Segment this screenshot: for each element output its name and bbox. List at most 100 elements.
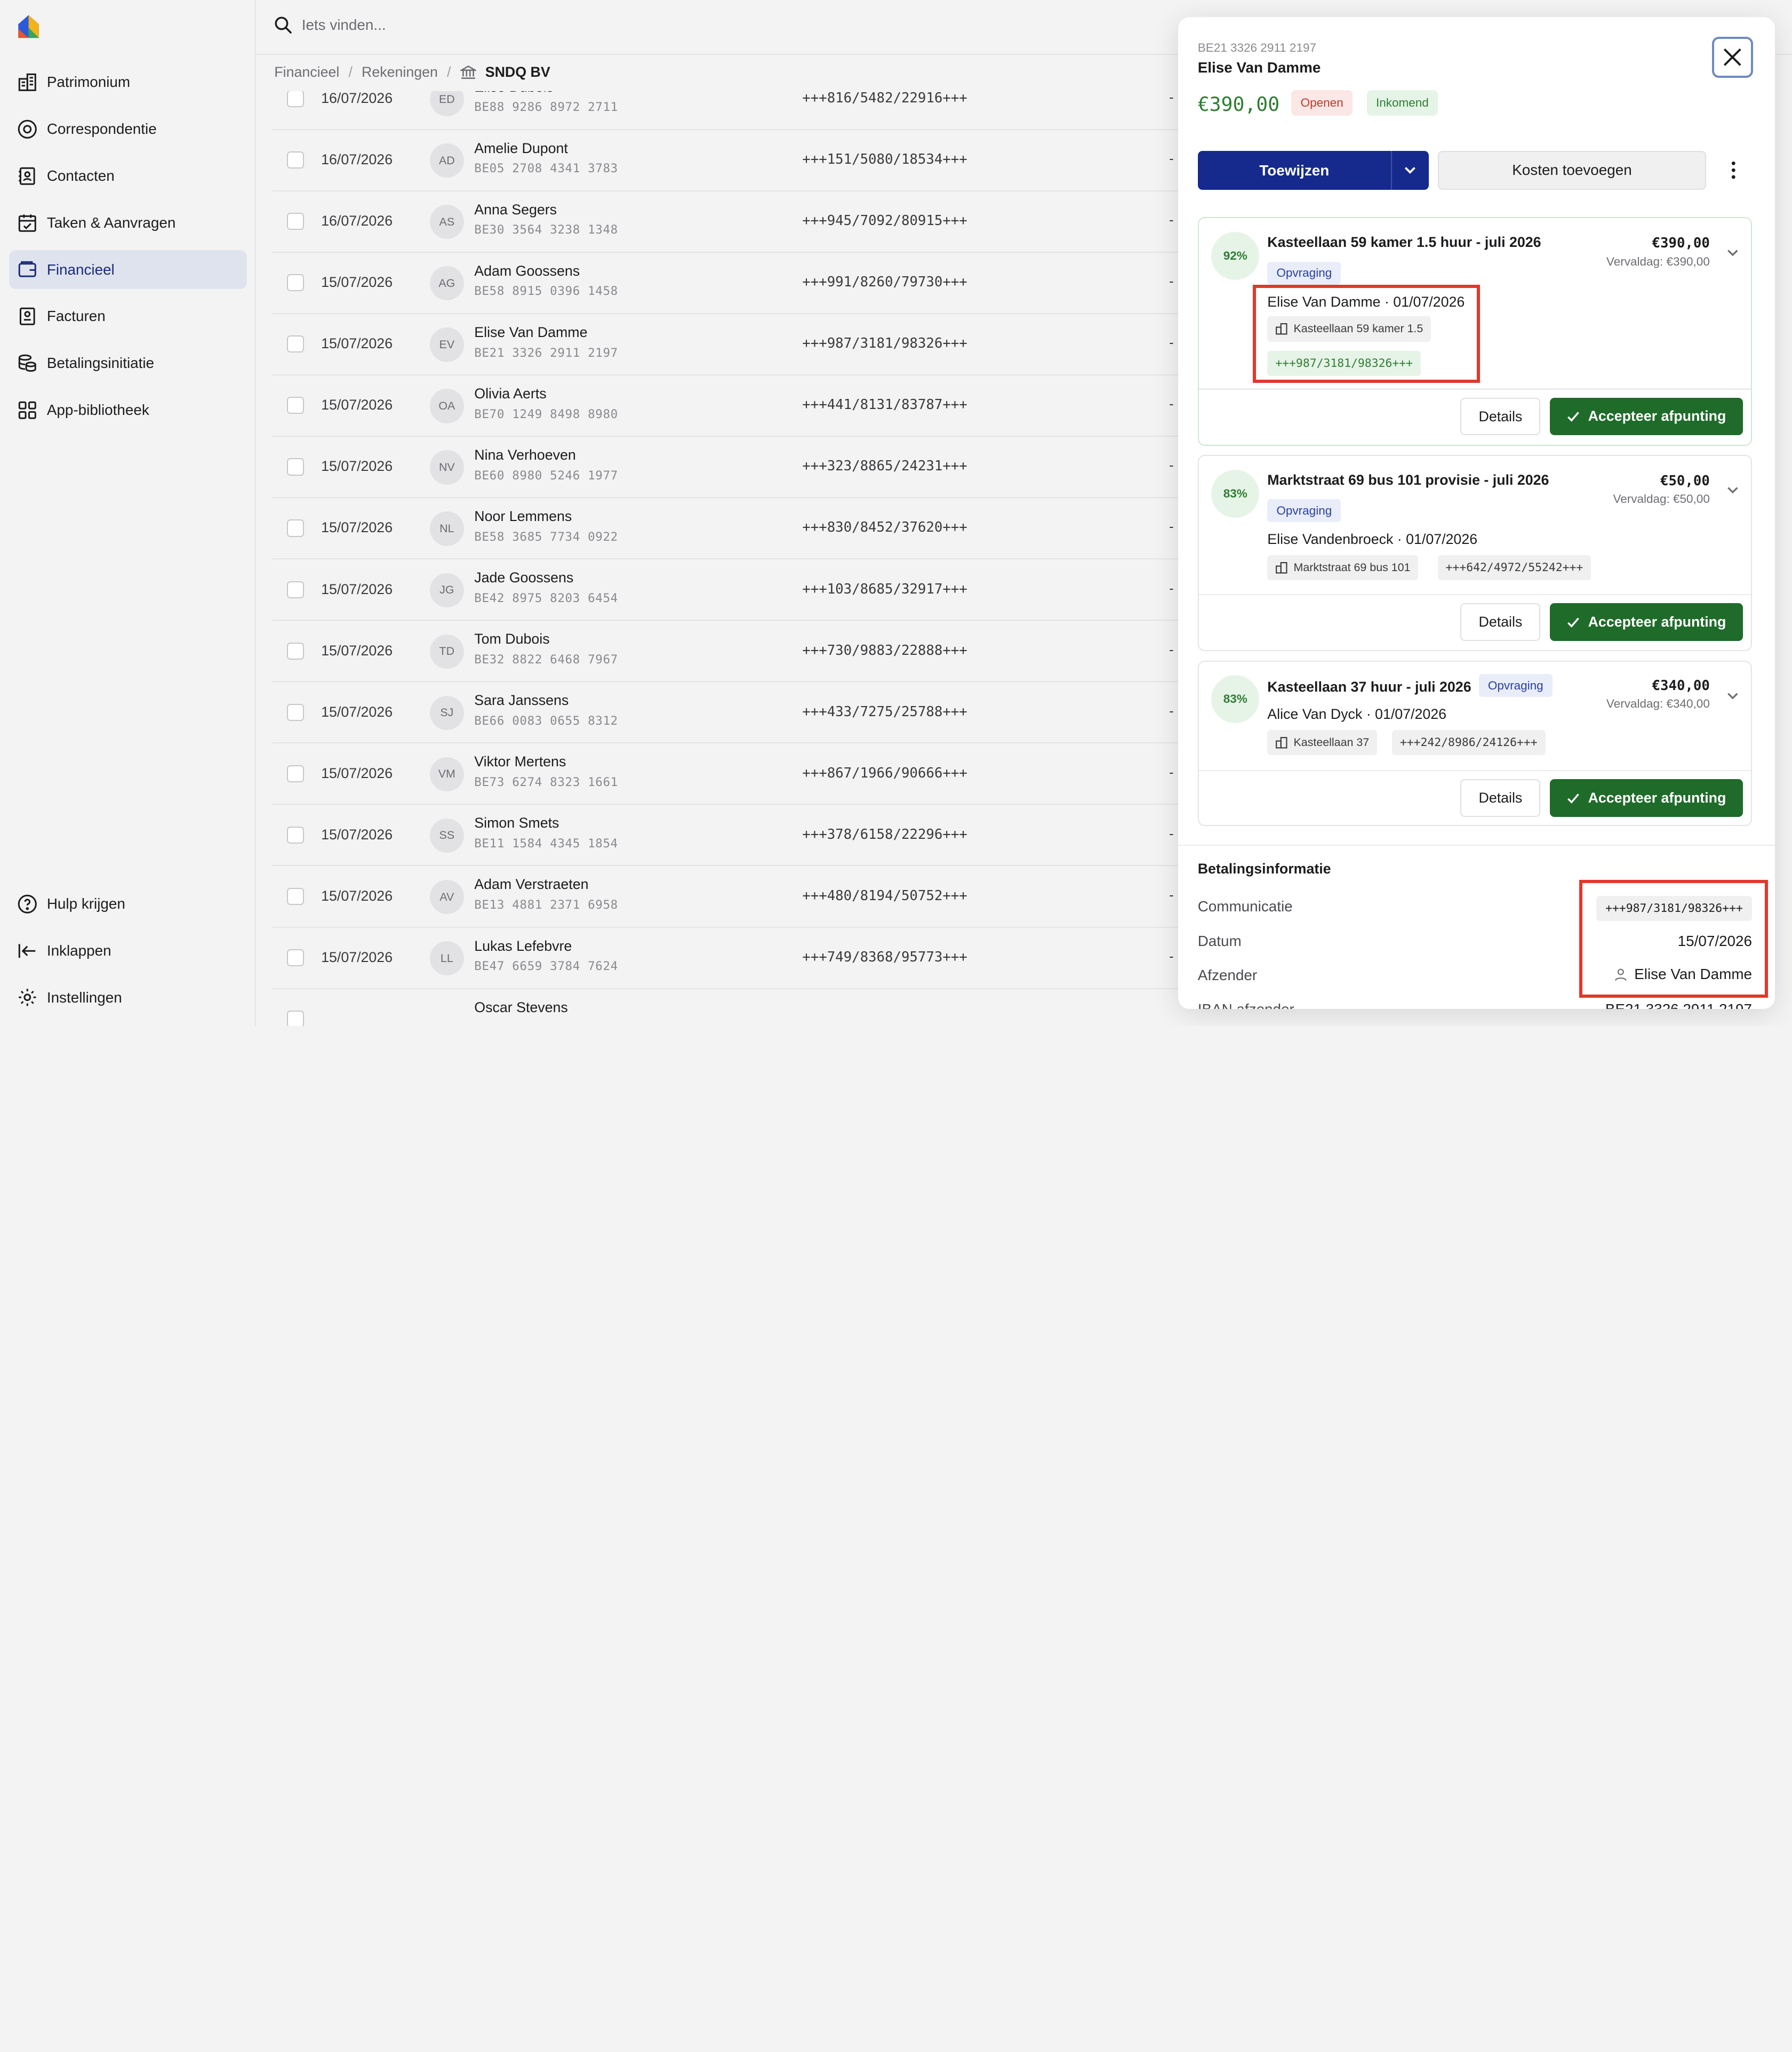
app-logo-icon[interactable] <box>16 13 41 40</box>
details-button[interactable]: Details <box>1460 603 1541 641</box>
sidebar-item-collapse[interactable]: Inklappen <box>9 931 247 970</box>
row-checkbox[interactable] <box>286 519 304 537</box>
search-placeholder: Iets vinden... <box>301 17 386 34</box>
table-row[interactable]: 16/07/2026 ED Elise Dubois BE88 9286 8972 2… <box>271 91 1187 130</box>
sidebar-item-facturen[interactable]: Facturen <box>9 297 247 336</box>
accept-match-button[interactable]: Accepteer afpunting <box>1549 779 1743 817</box>
expand-chevron-icon[interactable] <box>1726 243 1740 264</box>
breadcrumb-separator: / <box>348 64 353 80</box>
table-row[interactable]: 15/07/2026 VM Viktor Mertens BE73 6274 8323… <box>271 743 1187 805</box>
row-checkbox[interactable] <box>286 213 304 230</box>
table-row[interactable]: 16/07/2026 AS Anna Segers BE30 3564 3238 13… <box>271 191 1187 253</box>
breadcrumb-item-financieel[interactable]: Financieel <box>274 64 339 81</box>
table-row[interactable]: 15/07/2026 AV Adam Verstraeten BE13 4881 23… <box>271 866 1187 928</box>
row-name: Jade Goossens <box>474 570 574 586</box>
expand-chevron-icon[interactable] <box>1726 687 1740 708</box>
row-checkbox[interactable] <box>286 274 304 292</box>
row-checkbox[interactable] <box>286 765 304 782</box>
match-due: Vervaldag: €390,00 <box>1606 254 1710 268</box>
sidebar-item-label: Patrimonium <box>46 74 131 91</box>
table-row[interactable]: 15/07/2026 LL Lukas Lefebvre BE47 6659 3784… <box>271 928 1187 989</box>
row-dash: - <box>1169 335 1174 351</box>
row-name: Viktor Mertens <box>474 754 566 770</box>
close-button[interactable] <box>1711 36 1754 78</box>
table-row[interactable]: 15/07/2026 NV Nina Verhoeven BE60 8980 5246… <box>271 437 1187 499</box>
row-name: Anna Segers <box>474 201 557 218</box>
row-checkbox[interactable] <box>286 91 304 108</box>
match-score-badge: 83% <box>1211 675 1260 724</box>
sidebar-item-financieel[interactable]: Financieel <box>9 250 247 290</box>
row-dash: - <box>1169 887 1174 903</box>
row-checkbox[interactable] <box>286 703 304 721</box>
table-row[interactable]: 15/07/2026 NL Noor Lemmens BE58 3685 7734 0… <box>271 498 1187 560</box>
row-dash: - <box>1169 642 1174 658</box>
add-costs-button[interactable]: Kosten toevoegen <box>1437 150 1707 190</box>
row-checkbox[interactable] <box>286 397 304 414</box>
table-row[interactable]: 15/07/2026 OA Olivia Aerts BE70 1249 8498 8… <box>271 375 1187 437</box>
assign-button[interactable]: Toewijzen <box>1197 150 1429 190</box>
sidebar-item-app-bibliotheek[interactable]: App-bibliotheek <box>9 391 247 430</box>
row-communication: +++103/8685/32917+++ <box>802 581 967 597</box>
match-amount: €340,00 <box>1652 677 1710 694</box>
sidebar-item-settings[interactable]: Instellingen <box>9 978 247 1017</box>
row-dash: - <box>1169 519 1174 535</box>
table-row[interactable]: 15/07/2026 EV Elise Van Damme BE21 3326 291… <box>271 314 1187 375</box>
row-iban: BE05 2708 4341 3783 <box>474 162 618 176</box>
row-name: Simon Smets <box>474 815 559 831</box>
details-button[interactable]: Details <box>1460 779 1541 817</box>
row-name: Elise Dubois <box>474 91 554 95</box>
sidebar-item-betalingsinitiatie[interactable]: Betalingsinitiatie <box>9 344 247 383</box>
row-checkbox[interactable] <box>286 581 304 598</box>
table-row[interactable]: 15/07/2026 JG Jade Goossens BE42 8975 8203 … <box>271 559 1187 621</box>
row-checkbox[interactable] <box>286 335 304 353</box>
avatar: AG <box>429 266 464 301</box>
row-checkbox[interactable] <box>286 949 304 967</box>
row-checkbox[interactable] <box>286 826 304 844</box>
row-checkbox[interactable] <box>286 151 304 169</box>
sidebar-item-taken[interactable]: Taken & Aanvragen <box>9 203 247 242</box>
row-date: 16/07/2026 <box>321 151 393 168</box>
table-row[interactable]: 15/07/2026 AG Adam Goossens BE58 8915 0396 … <box>271 253 1187 314</box>
row-checkbox[interactable] <box>286 1011 304 1027</box>
row-communication: +++441/8131/83787+++ <box>802 397 967 413</box>
card-divider <box>1198 388 1751 390</box>
sidebar-item-label: Financieel <box>46 261 115 278</box>
calendar-check-icon <box>16 211 39 234</box>
accept-match-button[interactable]: Accepteer afpunting <box>1549 397 1743 436</box>
more-options-button[interactable] <box>1720 151 1747 190</box>
sidebar-item-correspondentie[interactable]: Correspondentie <box>9 110 247 149</box>
table-row[interactable]: 15/07/2026 TD Tom Dubois BE32 8822 6468 796… <box>271 621 1187 683</box>
search-input[interactable]: Iets vinden... <box>274 16 386 34</box>
row-dash: - <box>1169 826 1174 841</box>
assign-dropdown-button[interactable] <box>1392 151 1429 190</box>
communication-chip: +++642/4972/55242+++ <box>1437 555 1591 581</box>
wallet-icon <box>16 258 39 281</box>
coins-icon <box>16 352 39 375</box>
details-button[interactable]: Details <box>1460 397 1541 436</box>
table-row[interactable]: Oscar Stevens <box>272 989 1186 1027</box>
row-checkbox[interactable] <box>286 642 304 660</box>
accept-match-button[interactable]: Accepteer afpunting <box>1549 603 1743 641</box>
sidebar-item-contacten[interactable]: Contacten <box>9 157 247 196</box>
unit-chip: Kasteellaan 37 <box>1267 730 1378 756</box>
breadcrumb-current: SNDQ BV <box>460 64 550 81</box>
table-row[interactable]: 15/07/2026 SS Simon Smets BE11 1584 4345 18… <box>271 805 1187 867</box>
expand-chevron-icon[interactable] <box>1726 481 1740 502</box>
sidebar-item-help[interactable]: Hulp krijgen <box>9 885 247 924</box>
request-tag: Opvraging <box>1267 261 1341 285</box>
table-row[interactable]: 16/07/2026 AD Amelie Dupont BE05 2708 4341 … <box>271 130 1187 191</box>
row-communication: +++730/9883/22888+++ <box>802 642 967 659</box>
row-name: Adam Goossens <box>474 262 580 279</box>
row-communication: +++323/8865/24231+++ <box>802 458 967 475</box>
row-checkbox[interactable] <box>286 458 304 476</box>
breadcrumb-item-rekeningen[interactable]: Rekeningen <box>362 64 438 81</box>
table-row[interactable]: 15/07/2026 SJ Sara Janssens BE66 0083 0655 … <box>271 682 1187 744</box>
payment-info-title: Betalingsinformatie <box>1197 860 1331 877</box>
building-icon <box>1276 736 1287 749</box>
accept-label: Accepteer afpunting <box>1588 790 1726 806</box>
sidebar-item-patrimonium[interactable]: Patrimonium <box>9 63 247 102</box>
row-date: 15/07/2026 <box>321 703 393 720</box>
row-communication: +++945/7092/80915+++ <box>802 213 967 229</box>
row-checkbox[interactable] <box>286 887 304 905</box>
row-communication: +++749/8368/95773+++ <box>802 949 967 965</box>
